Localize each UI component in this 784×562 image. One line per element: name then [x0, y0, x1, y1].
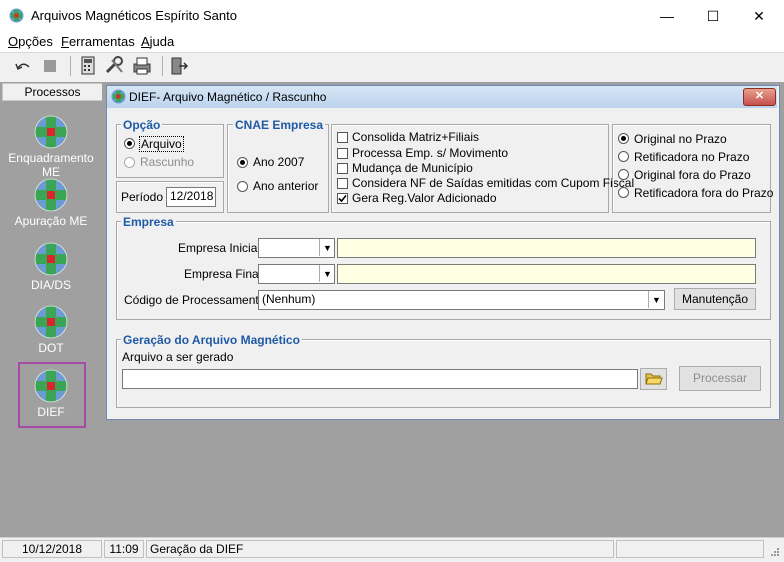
status-extra-panel: [616, 540, 764, 558]
status-message: Geração da DIEF: [146, 540, 614, 558]
manutencao-button[interactable]: Manutenção: [674, 288, 756, 310]
cnae-group-title: CNAE Empresa: [233, 118, 326, 132]
arquivo-gerado-label: Arquivo a ser gerado: [122, 350, 234, 364]
ano-2007-radio[interactable]: [237, 157, 248, 168]
tools-icon[interactable]: [104, 55, 126, 77]
app-icon: [9, 8, 24, 23]
checkmark-icon: [338, 194, 347, 203]
arquivo-radio-label[interactable]: Arquivo: [139, 136, 184, 152]
empresa-inicial-name-field[interactable]: [337, 238, 756, 258]
original-fora-radio[interactable]: [618, 169, 629, 180]
menu-ferramentas[interactable]: Ferramentas: [61, 34, 135, 49]
original-prazo-radio[interactable]: [618, 133, 629, 144]
status-time: 11:09: [104, 540, 144, 558]
process-item-label: DOT: [38, 341, 64, 355]
considera-nf-checkbox[interactable]: [337, 178, 348, 189]
empresa-final-name-field[interactable]: [337, 264, 756, 284]
retificadora-prazo-label: Retificadora no Prazo: [634, 150, 750, 164]
empresa-final-label: Empresa Final: [184, 267, 262, 281]
menu-ferramentas-accel: F: [61, 34, 69, 49]
mudanca-municipio-label: Mudança de Município: [352, 161, 473, 175]
periodo-label: Período: [121, 190, 164, 204]
process-item-dia-ds[interactable]: DIA/DS: [2, 242, 100, 292]
retificadora-prazo-radio[interactable]: [618, 151, 629, 162]
process-item-dief[interactable]: DIEF: [2, 369, 100, 419]
globe-icon: [34, 305, 68, 339]
process-item-label: Apuração ME: [14, 214, 88, 228]
mudanca-municipio-checkbox[interactable]: [337, 163, 348, 174]
empresa-group-title: Empresa: [121, 215, 176, 229]
globe-icon: [34, 178, 68, 212]
close-button[interactable]: ✕: [736, 0, 782, 32]
stop-icon[interactable]: [39, 55, 61, 77]
retificadora-fora-label: Retificadora fora do Prazo: [634, 186, 774, 200]
processar-button[interactable]: Processar: [679, 366, 761, 391]
dropdown-arrow-icon[interactable]: ▼: [319, 239, 335, 256]
globe-icon: [34, 369, 68, 403]
dropdown-arrow-icon[interactable]: ▼: [319, 265, 335, 282]
rascunho-radio[interactable]: [124, 157, 135, 168]
process-item-label: DIEF: [37, 405, 65, 419]
dief-window-title: DIEF- Arquivo Magnético / Rascunho: [129, 90, 327, 104]
maximize-button[interactable]: ☐: [690, 0, 736, 32]
consolida-checkbox[interactable]: [337, 132, 348, 143]
globe-icon: [34, 115, 68, 149]
printer-icon[interactable]: [131, 55, 153, 77]
retificadora-fora-radio[interactable]: [618, 187, 629, 198]
opcao-group-title: Opção: [121, 118, 163, 132]
resize-grip-icon[interactable]: [768, 545, 780, 557]
globe-icon: [34, 242, 68, 276]
gera-reg-checkbox[interactable]: [337, 193, 348, 204]
process-item-label: Enquadramento ME: [8, 151, 94, 179]
minimize-button[interactable]: —: [644, 0, 690, 32]
exit-door-icon[interactable]: [168, 55, 190, 77]
original-fora-label: Original fora do Prazo: [634, 168, 751, 182]
processa-emp-checkbox[interactable]: [337, 148, 348, 159]
app-icon: [111, 89, 126, 104]
status-date: 10/12/2018: [2, 540, 102, 558]
status-message-text: Geração da DIEF: [150, 542, 244, 556]
rascunho-radio-label: Rascunho: [140, 155, 195, 169]
toolbar-separator: [70, 56, 71, 76]
folder-open-icon: [644, 373, 663, 385]
dief-close-button[interactable]: ✕: [743, 88, 776, 106]
chevron-down-icon[interactable]: ▼: [648, 291, 664, 308]
menu-ajuda[interactable]: Ajuda: [141, 34, 174, 49]
arquivo-gerado-input[interactable]: [122, 369, 638, 389]
undo-icon[interactable]: [12, 55, 34, 77]
codigo-processamento-select[interactable]: (Nenhum): [258, 290, 665, 310]
codigo-processamento-label: Código de Processamento: [124, 293, 266, 307]
calculator-icon[interactable]: [77, 55, 99, 77]
process-item-dot[interactable]: DOT: [2, 305, 100, 355]
process-item-apuracao[interactable]: Apuração ME: [2, 178, 100, 228]
arquivo-radio[interactable]: [124, 138, 135, 149]
empresa-inicial-label: Empresa Inicial: [178, 241, 261, 255]
menu-ferramentas-label: erramentas: [68, 34, 135, 49]
considera-nf-label: Considera NF de Saídas emitidas com Cupo…: [352, 176, 635, 190]
ano-2007-label: Ano 2007: [253, 155, 305, 169]
processa-emp-label: Processa Emp. s/ Movimento: [352, 146, 509, 160]
gera-reg-label: Gera Reg.Valor Adicionado: [352, 191, 497, 205]
window-title: Arquivos Magnéticos Espírito Santo: [31, 8, 237, 23]
process-item-label: DIA/DS: [30, 278, 71, 292]
periodo-input[interactable]: 12/2018: [166, 187, 216, 207]
ano-anterior-label: Ano anterior: [253, 179, 319, 193]
geracao-group-title: Geração do Arquivo Magnético: [121, 333, 302, 347]
menu-opcoes-label: pções: [18, 34, 53, 49]
consolida-label: Consolida Matriz+Filiais: [352, 130, 480, 144]
process-item-enquadramento[interactable]: Enquadramento ME: [2, 115, 100, 179]
open-folder-button[interactable]: [640, 368, 667, 390]
menu-ajuda-label: juda: [149, 34, 175, 49]
menu-ajuda-accel: A: [141, 34, 150, 49]
ano-anterior-radio[interactable]: [237, 181, 248, 192]
process-panel-header: Processos: [2, 83, 103, 101]
menu-opcoes-accel: O: [8, 34, 19, 49]
original-prazo-label: Original no Prazo: [634, 132, 727, 146]
toolbar-separator: [162, 56, 163, 76]
menu-opcoes[interactable]: Opções: [8, 34, 53, 49]
